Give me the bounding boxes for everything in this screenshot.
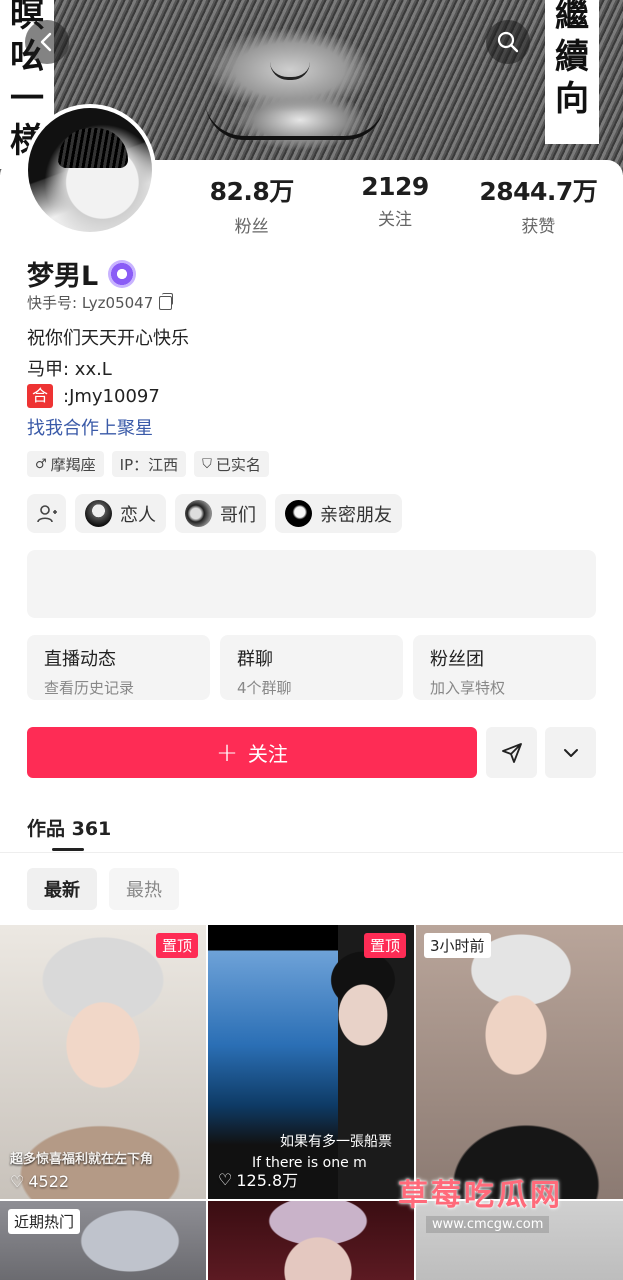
relation-avatar bbox=[185, 500, 212, 527]
feature-subtitle: 查看历史记录 bbox=[44, 679, 135, 697]
stat-likes-label: 获赞 bbox=[521, 217, 556, 237]
trending-badge: 近期热门 bbox=[8, 1209, 81, 1234]
profile-name: 梦男L bbox=[27, 261, 99, 292]
he-emoji-icon: 合 bbox=[27, 384, 53, 408]
more-options-icon[interactable]: ⋮ bbox=[578, 28, 600, 50]
stat-fans-count: 82.8万 bbox=[209, 177, 295, 206]
stat-likes[interactable]: 2844.7万 获赞 bbox=[467, 172, 610, 237]
video-subtitle-cn: 如果有多一張船票 bbox=[280, 1134, 392, 1150]
shield-icon: ⛉ bbox=[202, 456, 212, 472]
follow-label: 关注 bbox=[247, 742, 288, 766]
tag-ip-label: IP：江西 bbox=[119, 455, 179, 474]
send-icon bbox=[501, 742, 522, 763]
avatar-image bbox=[28, 108, 152, 232]
chevron-left-icon bbox=[40, 32, 52, 52]
profile-tags: ♂ 摩羯座 IP：江西 ⛉ 已实名 bbox=[27, 451, 269, 477]
bio-line-3-text: :Jmy10097 bbox=[63, 385, 160, 407]
video-overlay-text: 超多惊喜福利就在左下角 bbox=[10, 1152, 154, 1167]
tag-zodiac: ♂ 摩羯座 bbox=[27, 451, 104, 477]
tag-verified-label: 已实名 bbox=[215, 455, 261, 474]
banner-manga-text-right: 繼 續 向 bbox=[545, 0, 599, 144]
name-row: 梦男L bbox=[27, 254, 137, 293]
video-thumbnail[interactable]: 3小时前 bbox=[416, 925, 623, 1199]
banner-art-nose bbox=[270, 62, 310, 80]
video-thumbnail[interactable] bbox=[208, 1201, 414, 1280]
expand-button[interactable] bbox=[545, 727, 596, 778]
follow-button[interactable]: + 关注 bbox=[27, 727, 477, 778]
pinned-badge: 置顶 bbox=[363, 933, 406, 958]
tag-verified: ⛉ 已实名 bbox=[194, 451, 269, 477]
feature-fan-club[interactable]: 粉丝团 加入享特权 bbox=[413, 635, 596, 700]
feature-title: 粉丝团 bbox=[430, 649, 484, 670]
video-likes: ♡ 4522 bbox=[10, 1172, 69, 1191]
bio-line-3: 合 :Jmy10097 bbox=[27, 384, 160, 408]
watermark-title: 草莓吃瓜网 bbox=[398, 1178, 563, 1213]
stat-following-label: 关注 bbox=[377, 210, 412, 230]
relation-avatar bbox=[85, 500, 112, 527]
relation-avatar bbox=[285, 500, 312, 527]
video-thumbnail[interactable]: 置顶 超多惊喜福利就在左下角 ♡ 4522 bbox=[0, 925, 206, 1199]
divider bbox=[0, 852, 623, 853]
stat-following-count: 2129 bbox=[361, 172, 429, 201]
relation-close-friend-label: 亲密朋友 bbox=[320, 504, 392, 526]
relation-lover-label: 恋人 bbox=[120, 504, 156, 526]
kuaishou-id: 快手号: Lyz05047 bbox=[27, 294, 154, 312]
male-icon: ♂ bbox=[35, 456, 47, 472]
stat-likes-count: 2844.7万 bbox=[479, 177, 598, 206]
placeholder-panel bbox=[27, 550, 596, 618]
feature-live-history[interactable]: 直播动态 查看历史记录 bbox=[27, 635, 210, 700]
feature-title: 群聊 bbox=[237, 649, 273, 670]
time-badge: 3小时前 bbox=[424, 933, 491, 958]
relation-lover[interactable]: 恋人 bbox=[75, 494, 166, 533]
pinned-badge: 置顶 bbox=[155, 933, 198, 958]
feature-subtitle: 加入享特权 bbox=[430, 679, 506, 697]
feature-cards: 直播动态 查看历史记录 群聊 4个群聊 粉丝团 加入享特权 bbox=[27, 635, 596, 700]
heart-icon: ♡ bbox=[10, 1172, 25, 1191]
plus-icon: + bbox=[216, 737, 238, 768]
relation-bro[interactable]: 哥们 bbox=[175, 494, 266, 533]
bio-line-2: 马甲: xx.L bbox=[27, 359, 112, 380]
copy-icon[interactable] bbox=[159, 292, 174, 310]
add-user-icon bbox=[36, 504, 57, 522]
stat-fans[interactable]: 82.8万 粉丝 bbox=[180, 172, 323, 237]
relation-close-friend[interactable]: 亲密朋友 bbox=[275, 494, 402, 533]
sort-row: 最新 最热 bbox=[27, 868, 179, 910]
stat-following[interactable]: 2129 关注 bbox=[323, 172, 466, 237]
profile-stats: 82.8万 粉丝 2129 关注 2844.7万 获赞 bbox=[180, 172, 610, 237]
chevron-down-icon bbox=[563, 748, 578, 757]
feature-title: 直播动态 bbox=[44, 649, 116, 670]
tab-works[interactable]: 作品 361 bbox=[27, 814, 111, 841]
bio-line-1: 祝你们天天开心快乐 bbox=[27, 328, 189, 349]
heart-icon: ♡ bbox=[218, 1169, 233, 1189]
tab-works-underline bbox=[52, 848, 84, 851]
avatar[interactable] bbox=[24, 104, 156, 236]
relation-bro-label: 哥们 bbox=[220, 504, 256, 526]
add-relation-button[interactable] bbox=[27, 494, 66, 533]
banner-art-smile bbox=[205, 100, 385, 140]
video-thumbnail[interactable]: 置顶 如果有多一張船票 If there is one m ♡ 125.8万 bbox=[208, 925, 414, 1199]
tag-zodiac-label: 摩羯座 bbox=[50, 455, 96, 474]
search-button[interactable] bbox=[486, 20, 530, 64]
video-thumbnail[interactable]: 近期热门 bbox=[0, 1201, 206, 1280]
verified-badge-icon[interactable] bbox=[108, 259, 137, 288]
cooperation-link[interactable]: 找我合作上聚星 bbox=[27, 414, 153, 440]
sort-latest-button[interactable]: 最新 bbox=[27, 868, 97, 910]
relations-row: 恋人 哥们 亲密朋友 bbox=[27, 494, 402, 533]
tag-ip: IP：江西 bbox=[111, 451, 187, 477]
stat-fans-label: 粉丝 bbox=[234, 217, 269, 237]
video-likes-count: 4522 bbox=[28, 1172, 70, 1191]
search-icon bbox=[497, 31, 519, 53]
feature-group-chat[interactable]: 群聊 4个群聊 bbox=[220, 635, 403, 700]
kuaishou-id-row: 快手号: Lyz05047 bbox=[27, 292, 174, 313]
feature-subtitle: 4个群聊 bbox=[237, 679, 292, 697]
sort-hottest-button[interactable]: 最热 bbox=[109, 868, 179, 910]
back-button[interactable] bbox=[25, 20, 69, 64]
watermark-url: www.cmcgw.com bbox=[426, 1216, 550, 1233]
video-likes-count: 125.8万 bbox=[236, 1171, 299, 1190]
share-button[interactable] bbox=[486, 727, 537, 778]
video-likes: ♡ 125.8万 bbox=[218, 1167, 298, 1191]
